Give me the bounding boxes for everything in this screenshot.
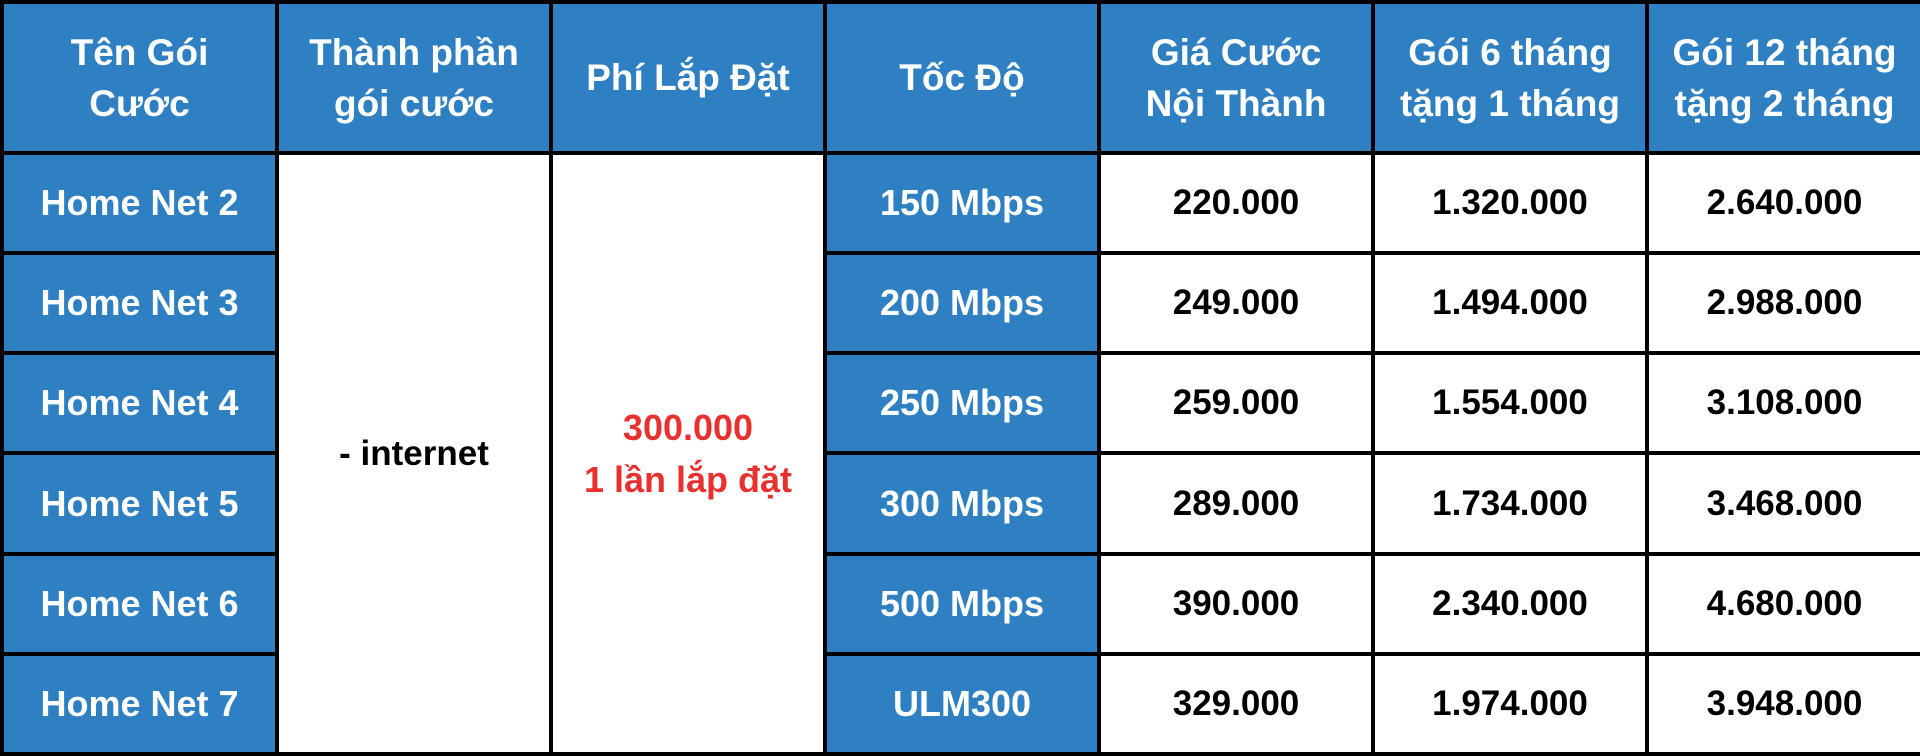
header-components: Thành phần gói cước bbox=[279, 4, 549, 151]
header-line: Tốc Độ bbox=[899, 57, 1025, 98]
city-price-cell: 289.000 bbox=[1101, 455, 1371, 552]
header-speed: Tốc Độ bbox=[827, 4, 1097, 151]
package-name-cell: Home Net 7 bbox=[4, 655, 275, 752]
twelve-months-price-cell: 2.640.000 bbox=[1649, 155, 1920, 252]
six-months-price-cell: 1.554.000 bbox=[1375, 355, 1645, 452]
header-install-fee: Phí Lắp Đặt bbox=[553, 4, 823, 151]
install-fee-amount: 300.000 bbox=[622, 406, 754, 448]
six-months-price-cell: 1.734.000 bbox=[1375, 455, 1645, 552]
speed-cell: 250 Mbps bbox=[827, 355, 1097, 452]
speed-cell: 200 Mbps bbox=[827, 255, 1097, 352]
twelve-months-price-cell: 2.988.000 bbox=[1649, 255, 1920, 352]
six-months-price-cell: 2.340.000 bbox=[1375, 555, 1645, 652]
price-table: Tên Gói Cước Thành phần gói cước Phí Lắp… bbox=[0, 0, 1920, 756]
header-city-price: Giá Cước Nội Thành bbox=[1101, 4, 1371, 151]
header-package-name: Tên Gói Cước bbox=[4, 4, 275, 151]
six-months-price-cell: 1.494.000 bbox=[1375, 255, 1645, 352]
city-price-cell: 390.000 bbox=[1101, 555, 1371, 652]
twelve-months-price-cell: 3.108.000 bbox=[1649, 355, 1920, 452]
install-fee-cell: 300.000 1 lần lắp đặt bbox=[553, 155, 823, 752]
header-line: Phí Lắp Đặt bbox=[586, 57, 790, 98]
speed-cell: 500 Mbps bbox=[827, 555, 1097, 652]
header-row: Tên Gói Cước Thành phần gói cước Phí Lắp… bbox=[4, 4, 1920, 151]
header-line: Tên Gói bbox=[70, 31, 209, 73]
twelve-months-price-cell: 4.680.000 bbox=[1649, 555, 1920, 652]
twelve-months-price-cell: 3.468.000 bbox=[1649, 455, 1920, 552]
header-line: tặng 1 tháng bbox=[1400, 82, 1620, 124]
city-price-cell: 259.000 bbox=[1101, 355, 1371, 452]
twelve-months-price-cell: 3.948.000 bbox=[1649, 655, 1920, 752]
header-line: Cước bbox=[89, 82, 190, 124]
speed-cell: ULM300 bbox=[827, 655, 1097, 752]
header-six-months: Gói 6 tháng tặng 1 tháng bbox=[1375, 4, 1645, 151]
header-line: gói cước bbox=[333, 82, 494, 124]
package-name-cell: Home Net 4 bbox=[4, 355, 275, 452]
speed-cell: 150 Mbps bbox=[827, 155, 1097, 252]
header-line: Gói 12 tháng bbox=[1672, 31, 1897, 73]
package-name-cell: Home Net 6 bbox=[4, 555, 275, 652]
header-twelve-months: Gói 12 tháng tặng 2 tháng bbox=[1649, 4, 1920, 151]
speed-cell: 300 Mbps bbox=[827, 455, 1097, 552]
header-line: tặng 2 tháng bbox=[1674, 82, 1895, 124]
city-price-cell: 329.000 bbox=[1101, 655, 1371, 752]
package-name-cell: Home Net 2 bbox=[4, 155, 275, 252]
header-line: Giá Cước bbox=[1150, 31, 1322, 73]
package-name-cell: Home Net 5 bbox=[4, 455, 275, 552]
header-line: Thành phần bbox=[309, 31, 519, 73]
table-row: Home Net 2 - internet 300.000 1 lần lắp … bbox=[4, 155, 1920, 752]
package-name-cell: Home Net 3 bbox=[4, 255, 275, 352]
header-line: Nội Thành bbox=[1145, 82, 1327, 124]
six-months-price-cell: 1.320.000 bbox=[1375, 155, 1645, 252]
city-price-cell: 220.000 bbox=[1101, 155, 1371, 252]
header-line: Gói 6 tháng bbox=[1408, 31, 1612, 73]
components-cell: - internet bbox=[279, 155, 549, 752]
six-months-price-cell: 1.974.000 bbox=[1375, 655, 1645, 752]
install-fee-note: 1 lần lắp đặt bbox=[583, 458, 793, 500]
city-price-cell: 249.000 bbox=[1101, 255, 1371, 352]
